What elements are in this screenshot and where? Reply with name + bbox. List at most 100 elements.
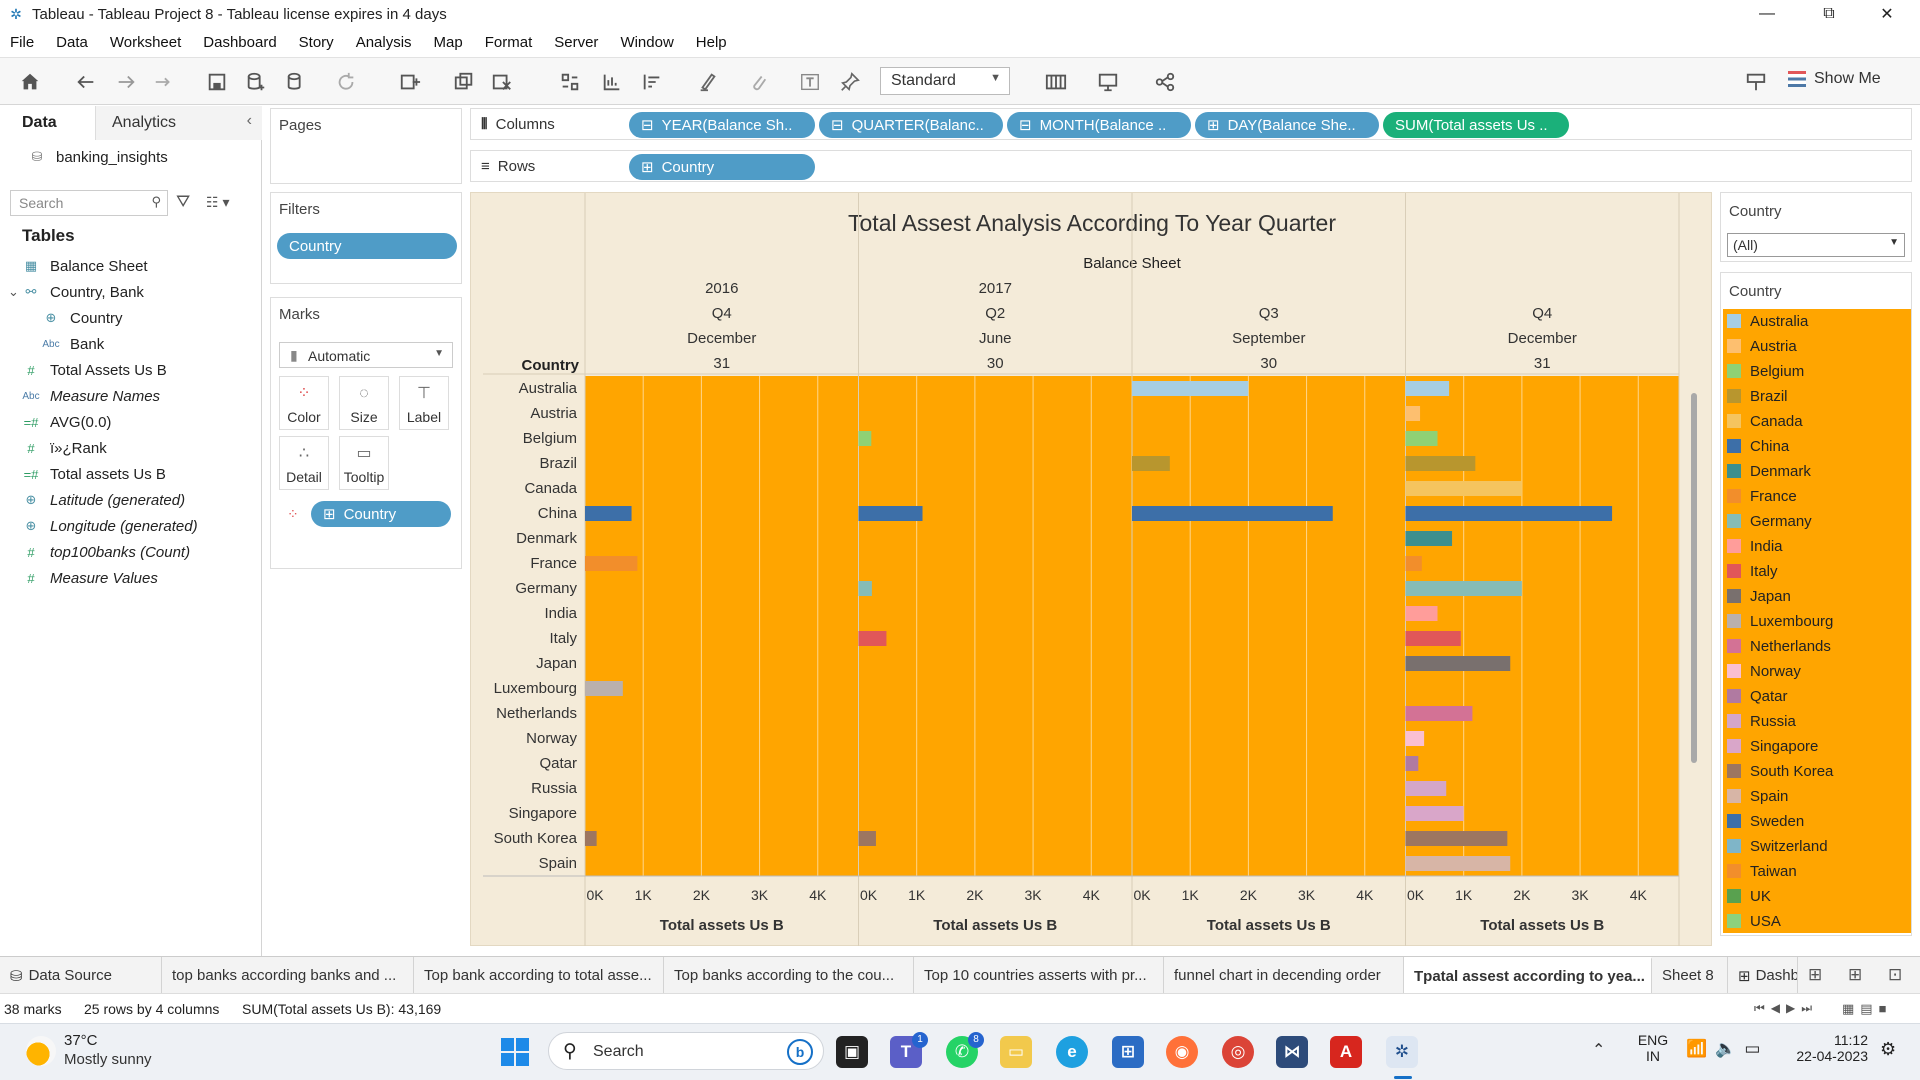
rows-shelf[interactable]: ≡ Rows ⊞ Country bbox=[470, 150, 1912, 182]
edge-icon[interactable]: e bbox=[1056, 1036, 1088, 1068]
legend-item[interactable]: UK bbox=[1727, 884, 1771, 908]
tab-sheet-2[interactable]: Top bank according to total asse... bbox=[414, 957, 664, 994]
home-icon[interactable] bbox=[18, 70, 42, 94]
search-input[interactable]: Search ⚲ bbox=[10, 190, 168, 216]
menu-data[interactable]: Data bbox=[56, 34, 88, 51]
legend-item[interactable]: Australia bbox=[1727, 309, 1808, 333]
tooltip-button[interactable]: ▭ Tooltip bbox=[339, 436, 389, 490]
size-button[interactable]: ◌ Size bbox=[339, 376, 389, 430]
tab-sheet-active[interactable]: Tpatal assest according to yea... bbox=[1404, 957, 1652, 994]
show-mark-labels-icon[interactable] bbox=[798, 70, 822, 94]
clear-sheet-icon[interactable] bbox=[490, 70, 514, 94]
row-pill-country[interactable]: ⊞ Country bbox=[629, 154, 815, 180]
marks-pill-country[interactable]: ⊞ Country bbox=[311, 501, 451, 527]
refresh-icon[interactable] bbox=[334, 70, 358, 94]
legend-item[interactable]: USA bbox=[1727, 909, 1781, 933]
task-view-icon[interactable]: ▣ bbox=[836, 1036, 868, 1068]
close-button[interactable]: ✕ bbox=[1858, 0, 1916, 28]
teams-icon[interactable]: T1 bbox=[890, 1032, 928, 1068]
field-item[interactable]: # Total Assets Us B bbox=[20, 358, 166, 382]
notification-icon[interactable]: ⚙ bbox=[1880, 1039, 1896, 1060]
label-button[interactable]: ⊤ Label bbox=[399, 376, 449, 430]
legend-item[interactable]: Singapore bbox=[1727, 734, 1818, 758]
sort-ascending-icon[interactable] bbox=[600, 70, 624, 94]
show-cards-icon[interactable] bbox=[1044, 70, 1068, 94]
columns-shelf[interactable]: ⦀ Columns ⊟ YEAR(Balance Sh.. ⊟ QUARTER(Bal… bbox=[470, 108, 1912, 140]
tab-sheet-1[interactable]: top banks according banks and ... bbox=[162, 957, 414, 994]
language-indicator[interactable]: ENG IN bbox=[1636, 1032, 1670, 1064]
field-item[interactable]: =# Total assets Us B bbox=[20, 462, 166, 486]
column-pill-month[interactable]: ⊟ MONTH(Balance .. bbox=[1007, 112, 1191, 138]
new-dashboard-tab-icon[interactable]: ⊞ bbox=[1848, 965, 1862, 985]
menu-format[interactable]: Format bbox=[485, 34, 533, 51]
legend-item[interactable]: Austria bbox=[1727, 334, 1797, 358]
field-item[interactable]: # Measure Values bbox=[20, 566, 157, 590]
legend-item[interactable]: France bbox=[1727, 484, 1797, 508]
legend-item[interactable]: Qatar bbox=[1727, 684, 1788, 708]
tab-dashboard[interactable]: ⊞ Dashb bbox=[1728, 957, 1798, 994]
undo-icon[interactable] bbox=[74, 70, 98, 94]
column-pill-sum-assets[interactable]: SUM(Total assets Us .. bbox=[1383, 112, 1569, 138]
legend-item[interactable]: Italy bbox=[1727, 559, 1778, 583]
field-item[interactable]: # ï»¿Rank bbox=[20, 436, 106, 460]
tab-sheet-8[interactable]: Sheet 8 bbox=[1652, 957, 1728, 994]
windows-start-icon[interactable] bbox=[501, 1038, 529, 1066]
tab-data-source[interactable]: ⛁ Data Source bbox=[0, 957, 162, 994]
chevron-up-icon[interactable]: ⌃ bbox=[1592, 1040, 1605, 1060]
field-item[interactable]: ▦ Balance Sheet bbox=[20, 254, 148, 278]
legend-item[interactable]: Denmark bbox=[1727, 459, 1811, 483]
detail-button[interactable]: ∴ Detail bbox=[279, 436, 329, 490]
redo-icon[interactable] bbox=[114, 70, 138, 94]
menu-window[interactable]: Window bbox=[620, 34, 673, 51]
view-options-icon[interactable]: ☷ ▾ bbox=[206, 194, 229, 211]
minimize-button[interactable]: — bbox=[1738, 0, 1796, 28]
menu-worksheet[interactable]: Worksheet bbox=[110, 34, 181, 51]
pin-pane-icon[interactable] bbox=[1744, 70, 1768, 94]
field-item[interactable]: =# AVG(0.0) bbox=[20, 410, 112, 434]
legend-item[interactable]: Luxembourg bbox=[1727, 609, 1833, 633]
replay-icon[interactable] bbox=[152, 70, 176, 94]
field-item[interactable]: Abc Bank bbox=[40, 332, 104, 356]
clock[interactable]: 11:12 22-04-2023 bbox=[1792, 1032, 1868, 1064]
legend-item[interactable]: Taiwan bbox=[1727, 859, 1797, 883]
collapse-icon[interactable]: ‹ bbox=[247, 112, 252, 130]
swap-rows-columns-icon[interactable] bbox=[558, 70, 582, 94]
duplicate-sheet-icon[interactable] bbox=[452, 70, 476, 94]
tab-data[interactable]: Data bbox=[0, 106, 96, 140]
vscode-icon[interactable]: ⋈ bbox=[1276, 1036, 1308, 1068]
weather-sun-icon[interactable] bbox=[26, 1036, 56, 1066]
field-item[interactable]: ⊕ Country bbox=[40, 306, 123, 330]
show-me-button[interactable]: Show Me bbox=[1788, 70, 1881, 88]
field-item[interactable]: ⊕ Latitude (generated) bbox=[20, 488, 186, 512]
share-icon[interactable] bbox=[1153, 70, 1177, 94]
filter-pill-country[interactable]: Country bbox=[277, 233, 457, 259]
color-button[interactable]: ⁘ Color bbox=[279, 376, 329, 430]
system-tray-icons[interactable]: 📶🔈▭ bbox=[1686, 1039, 1768, 1059]
field-item[interactable]: ⊕ Longitude (generated) bbox=[20, 514, 198, 538]
save-icon[interactable] bbox=[205, 70, 229, 94]
new-datasource-icon[interactable] bbox=[244, 70, 268, 94]
filter-icon[interactable]: ⛛ bbox=[176, 192, 190, 212]
store-icon[interactable]: ⊞ bbox=[1112, 1036, 1144, 1068]
menu-server[interactable]: Server bbox=[554, 34, 598, 51]
view-mode-icons[interactable]: ▦▤■ bbox=[1842, 1001, 1892, 1017]
column-pill-quarter[interactable]: ⊟ QUARTER(Balanc.. bbox=[819, 112, 1003, 138]
legend-item[interactable]: Canada bbox=[1727, 409, 1803, 433]
tab-sheet-4[interactable]: Top 10 countries asserts with pr... bbox=[914, 957, 1164, 994]
tableau-taskbar-icon[interactable]: ✲ bbox=[1386, 1036, 1418, 1068]
file-explorer-icon[interactable]: ▭ bbox=[1000, 1036, 1032, 1068]
restore-button[interactable]: ⧉ bbox=[1800, 0, 1858, 28]
new-story-tab-icon[interactable]: ⊡ bbox=[1888, 965, 1902, 985]
menu-analysis[interactable]: Analysis bbox=[356, 34, 412, 51]
sheet-nav-icons[interactable]: ⏮◀▶⏭ bbox=[1754, 1001, 1818, 1016]
menu-story[interactable]: Story bbox=[299, 34, 334, 51]
legend-item[interactable]: Japan bbox=[1727, 584, 1791, 608]
legend-item[interactable]: Norway bbox=[1727, 659, 1801, 683]
menu-file[interactable]: File bbox=[10, 34, 34, 51]
new-worksheet-icon[interactable] bbox=[398, 70, 422, 94]
tab-sheet-3[interactable]: Top banks according to the cou... bbox=[664, 957, 914, 994]
legend-item[interactable]: India bbox=[1727, 534, 1783, 558]
menu-dashboard[interactable]: Dashboard bbox=[203, 34, 276, 51]
pause-updates-icon[interactable] bbox=[284, 70, 308, 94]
pages-card[interactable]: Pages bbox=[270, 108, 462, 184]
